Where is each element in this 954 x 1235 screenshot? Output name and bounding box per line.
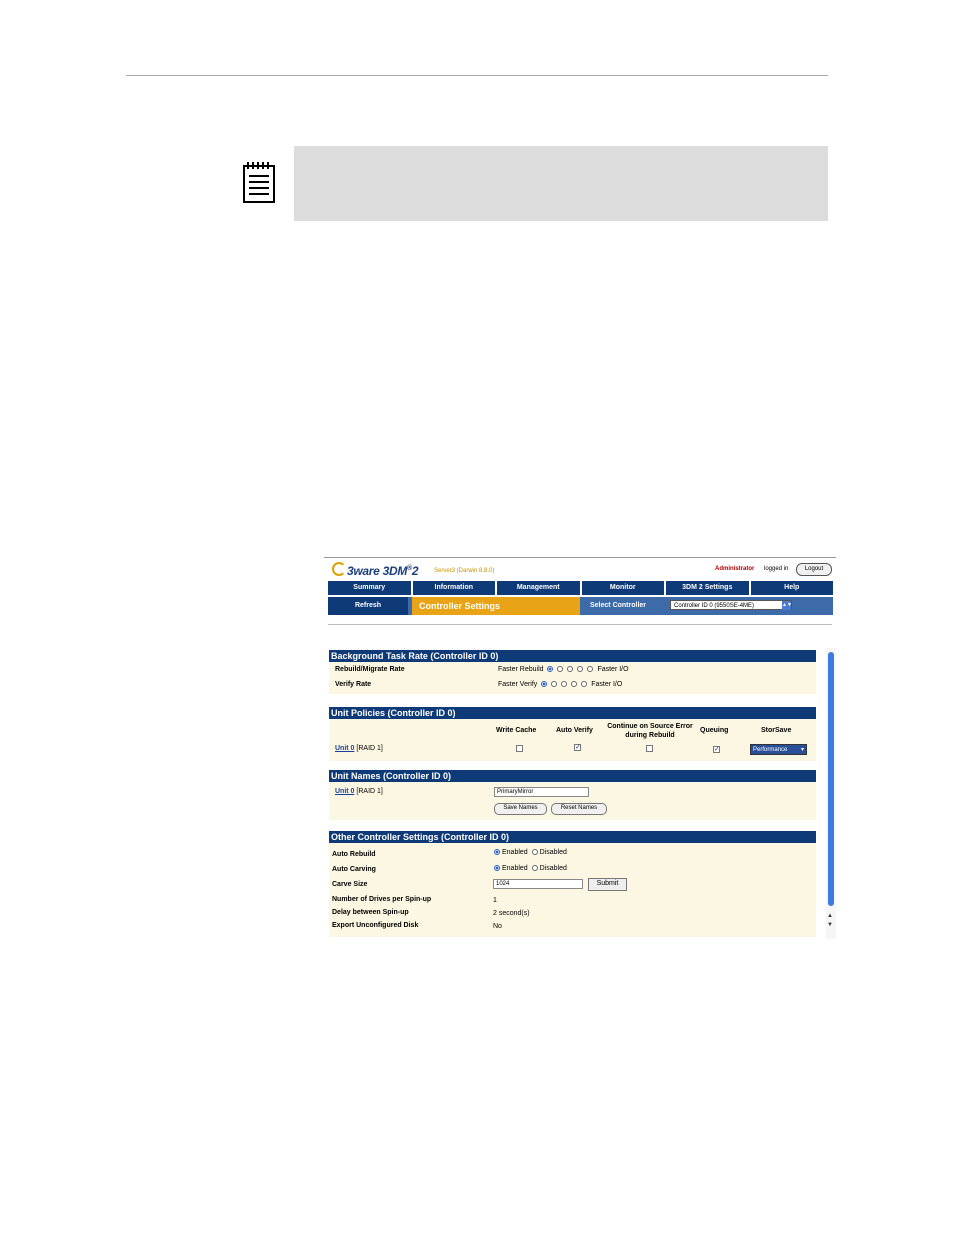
content-divider <box>328 624 832 625</box>
export-disk-label: Export Unconfigured Disk <box>332 922 419 929</box>
scroll-up-icon[interactable]: ▲ <box>827 913 833 919</box>
continue-on-error-checkbox[interactable] <box>646 745 653 752</box>
disabled-text-2: Disabled <box>539 865 567 872</box>
rebuild-rate-control: Faster Rebuild Faster I/O <box>498 666 629 673</box>
verify-rate-radio-2[interactable] <box>551 681 558 687</box>
rebuild-rate-radio-3[interactable] <box>567 666 574 672</box>
auto-rebuild-enabled-radio[interactable] <box>494 849 500 855</box>
notepad-icon <box>243 162 275 203</box>
logout-button[interactable]: Logout <box>796 563 832 576</box>
faster-verify-text: Faster Verify <box>498 681 538 688</box>
background-task-title: Background Task Rate (Controller ID 0) <box>329 650 816 662</box>
auto-rebuild-label: Auto Rebuild <box>332 851 376 858</box>
unit-names-title: Unit Names (Controller ID 0) <box>329 770 816 782</box>
background-task-panel: Rebuild/Migrate Rate Faster Rebuild Fast… <box>329 662 816 694</box>
select-arrows-icon: ▲▼ <box>782 601 792 610</box>
auto-carving-control: Enabled Disabled <box>492 865 567 872</box>
current-page-title: Controller Settings <box>412 597 580 615</box>
main-menu: Summary Information Management Monitor 3… <box>328 581 833 595</box>
reset-names-button[interactable]: Reset Names <box>551 803 607 815</box>
rebuild-rate-radio-5[interactable] <box>587 666 594 672</box>
rebuild-rate-radio-2[interactable] <box>557 666 564 672</box>
rebuild-rate-radio-1[interactable] <box>547 666 554 672</box>
app-header: 3ware 3DM®2 Server3 (Darwin 8.8.0) Admin… <box>324 558 836 578</box>
menu-summary[interactable]: Summary <box>328 581 411 595</box>
verify-rate-control: Faster Verify Faster I/O <box>498 681 622 688</box>
controller-select[interactable]: Controller ID 0 (9550SE-4ME) ▲▼ <box>670 600 792 610</box>
auto-rebuild-control: Enabled Disabled <box>492 849 567 856</box>
col-auto-verify: Auto Verify <box>556 727 593 734</box>
auto-verify-checkbox[interactable]: ✓ <box>574 744 581 751</box>
delay-spinup-label: Delay between Spin-up <box>332 909 409 916</box>
col-queuing: Queuing <box>700 727 729 734</box>
swirl-icon <box>332 562 346 576</box>
verify-rate-radio-5[interactable] <box>581 681 588 687</box>
verify-rate-radio-1[interactable] <box>541 681 548 687</box>
unit-name-row-label: Unit 0 [RAID 1] <box>335 788 383 795</box>
note-box <box>294 146 828 221</box>
unit-0-link[interactable]: Unit 0 <box>335 745 354 752</box>
auto-rebuild-disabled-radio[interactable] <box>531 849 538 855</box>
unit-0-name-link[interactable]: Unit 0 <box>335 788 354 795</box>
vertical-scrollbar[interactable]: ▲ ▼ <box>826 648 836 939</box>
export-disk-value: No <box>493 923 502 930</box>
queuing-checkbox[interactable]: ✓ <box>713 746 720 753</box>
col-write-cache: Write Cache <box>496 727 537 734</box>
faster-io-text: Faster I/O <box>597 666 629 673</box>
disabled-text: Disabled <box>539 849 567 856</box>
server-name: Server3 (Darwin 8.8.0) <box>434 568 495 574</box>
verify-rate-label: Verify Rate <box>335 681 372 688</box>
unit-name-input[interactable]: PrimaryMirror <box>494 787 589 797</box>
verify-rate-radio-4[interactable] <box>571 681 578 687</box>
unit-type: [RAID 1] <box>356 745 383 752</box>
dropdown-arrow-icon: ▾ <box>800 747 804 753</box>
menu-3dm2-settings[interactable]: 3DM 2 Settings <box>666 581 749 595</box>
col-storsave: StorSave <box>761 727 792 734</box>
controller-select-value: Controller ID 0 (9550SE-4ME) <box>674 603 755 609</box>
sub-menu: Refresh Controller Settings Select Contr… <box>328 597 833 615</box>
user-role: Administrator <box>715 566 755 572</box>
write-cache-checkbox[interactable] <box>516 745 523 752</box>
verify-rate-radio-3[interactable] <box>561 681 568 687</box>
menu-management[interactable]: Management <box>497 581 580 595</box>
enabled-text-2: Enabled <box>502 865 528 872</box>
drives-spinup-label: Number of Drives per Spin-up <box>332 896 432 903</box>
menu-help[interactable]: Help <box>750 581 833 595</box>
faster-rebuild-text: Faster Rebuild <box>498 666 544 673</box>
unit-policies-panel: Write Cache Auto Verify Continue on Sour… <box>329 719 816 761</box>
delay-spinup-value: 2 second(s) <box>493 910 530 917</box>
screenshot-3dm2: 3ware 3DM®2 Server3 (Darwin 8.8.0) Admin… <box>324 557 836 939</box>
app-logo: 3ware 3DM®2 <box>332 562 419 578</box>
rebuild-rate-label: Rebuild/Migrate Rate <box>335 666 405 673</box>
carve-size-label: Carve Size <box>332 881 368 888</box>
other-settings-panel: Auto Rebuild Enabled Disabled Auto Carvi… <box>329 843 816 937</box>
menu-monitor[interactable]: Monitor <box>581 581 664 595</box>
storsave-value: Performance <box>753 747 788 753</box>
refresh-button[interactable]: Refresh <box>328 597 408 615</box>
unit-policy-row-label: Unit 0 [RAID 1] <box>335 745 383 752</box>
auto-carving-disabled-radio[interactable] <box>531 865 538 871</box>
col-continue-on-error: Continue on Source Error during Rebuild <box>607 723 693 739</box>
save-names-button[interactable]: Save Names <box>494 803 547 815</box>
logged-in-text: logged in <box>764 566 789 572</box>
enabled-text: Enabled <box>502 849 528 856</box>
page-top-rule <box>126 75 828 76</box>
select-controller-label: Select Controller <box>590 602 647 609</box>
scrollbar-thumb[interactable] <box>828 652 834 906</box>
menu-information[interactable]: Information <box>412 581 495 595</box>
auto-carving-enabled-radio[interactable] <box>494 865 500 871</box>
other-settings-title: Other Controller Settings (Controller ID… <box>329 831 816 843</box>
rebuild-rate-radio-4[interactable] <box>577 666 584 672</box>
unit-policies-title: Unit Policies (Controller ID 0) <box>329 707 816 719</box>
faster-io-text-2: Faster I/O <box>591 681 623 688</box>
carve-size-submit-button[interactable]: Submit <box>588 878 627 891</box>
scroll-down-icon[interactable]: ▼ <box>827 922 833 928</box>
carve-size-input[interactable]: 1024 <box>493 879 583 889</box>
unit-names-panel: Unit 0 [RAID 1] PrimaryMirror Save Names… <box>329 782 816 820</box>
drives-spinup-value: 1 <box>493 897 497 904</box>
auto-carving-label: Auto Carving <box>332 866 376 873</box>
storsave-select[interactable]: Performance ▾ <box>750 744 807 755</box>
unit-name-type: [RAID 1] <box>356 788 383 795</box>
